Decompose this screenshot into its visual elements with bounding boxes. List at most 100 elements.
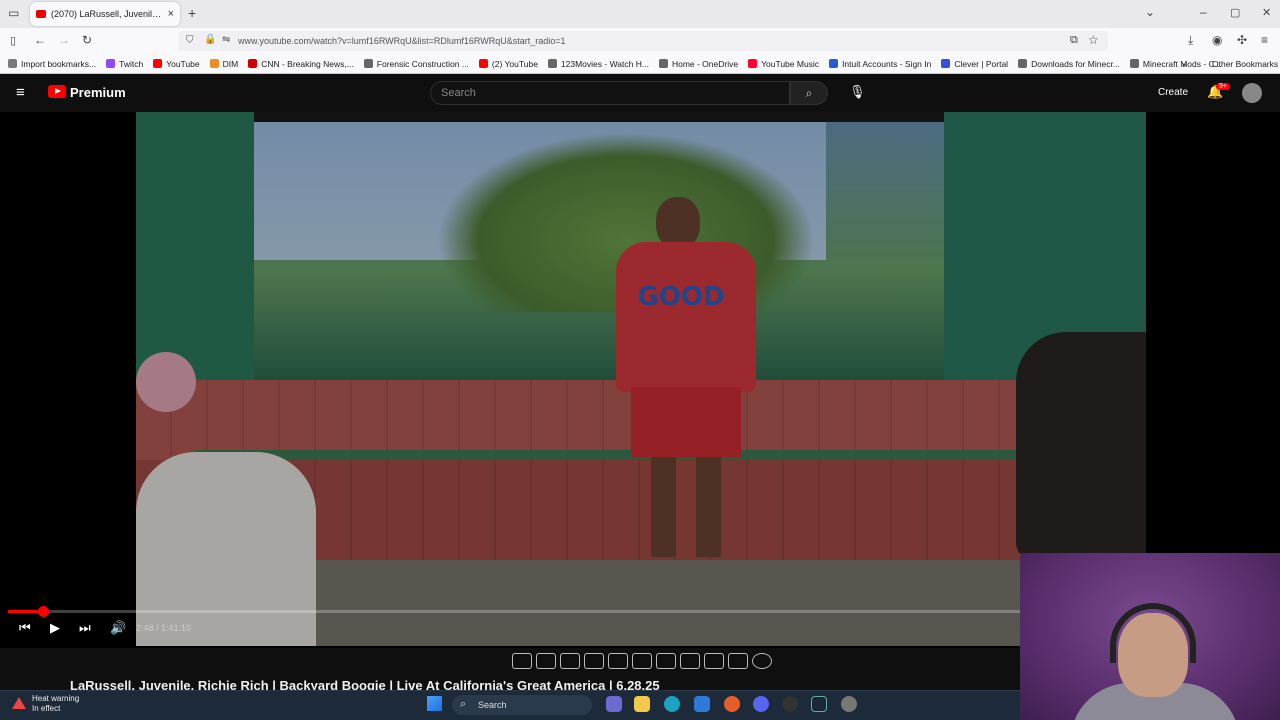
search-input[interactable]: Search <box>430 81 790 105</box>
lock-icon: 🔒 <box>204 34 217 45</box>
film-icon[interactable] <box>584 653 604 669</box>
time-display: 2:48 / 1:41:10 <box>136 623 192 633</box>
bookmark-item[interactable]: (2) YouTube <box>478 58 538 69</box>
bookmark-label: DIM <box>222 58 239 69</box>
youtube-premium-logo[interactable]: Premium <box>70 85 126 100</box>
mini-player-icon[interactable] <box>608 653 628 669</box>
bookmark-favicon-icon <box>658 59 668 68</box>
progress-scrubber[interactable] <box>38 606 49 617</box>
downloads-icon[interactable]: ⤓ <box>1188 33 1193 48</box>
bookmark-favicon-icon <box>941 59 951 68</box>
eye-icon[interactable] <box>560 653 580 669</box>
speed-icon[interactable] <box>656 653 676 669</box>
bookmark-label: Intuit Accounts - Sign In <box>842 58 932 69</box>
bookmark-item[interactable]: Home - OneDrive <box>658 59 738 69</box>
audio-icon[interactable] <box>536 653 556 669</box>
bookmark-item[interactable]: YouTube <box>153 58 200 69</box>
translate-icon[interactable]: ⧉ <box>1070 34 1078 47</box>
keyboard-icon[interactable] <box>728 653 748 669</box>
steam-icon[interactable] <box>811 696 827 712</box>
bookmark-favicon-icon <box>106 59 116 68</box>
bookmark-item[interactable]: Minecraft Mods - C... <box>1129 59 1222 69</box>
browser-tab[interactable]: (2070) LaRussell, Juvenile, Richie Rich … <box>30 2 180 26</box>
volume-icon[interactable]: 🔊 <box>110 620 126 636</box>
windows-start-icon[interactable] <box>427 696 442 711</box>
create-button[interactable]: Create <box>1158 87 1188 98</box>
bookmark-item[interactable]: Import bookmarks... <box>8 59 96 69</box>
back-icon[interactable]: ← <box>34 33 46 47</box>
search-icon[interactable]: ⌕ <box>790 81 828 105</box>
bookmark-label: Import bookmarks... <box>21 58 97 69</box>
store-icon[interactable] <box>694 696 710 712</box>
notification-badge: 9+ <box>1216 83 1230 90</box>
firefox-icon[interactable] <box>724 696 740 712</box>
avatar[interactable] <box>1242 83 1262 103</box>
reload-icon[interactable]: ↻ <box>82 33 92 47</box>
bookmark-label: CNN - Breaking News,... <box>261 58 354 69</box>
loop-icon[interactable] <box>512 653 532 669</box>
bookmark-item[interactable]: Clever | Portal <box>941 59 1008 69</box>
bookmark-label: Twitch <box>119 58 144 69</box>
menu-icon[interactable]: ≡ <box>1261 33 1268 47</box>
permissions-icon[interactable]: ⇋ <box>222 34 230 45</box>
settings-gear-icon[interactable] <box>752 653 772 669</box>
window-close-button[interactable]: ✕ <box>1262 6 1271 19</box>
bookmark-item[interactable]: Intuit Accounts - Sign In <box>829 59 931 69</box>
bookmark-item[interactable]: 123Movies - Watch H... <box>547 58 649 69</box>
browser-tab-bar: ▭ (2070) LaRussell, Juvenile, Richie Ric… <box>0 0 1280 28</box>
next-icon[interactable]: ⏭ <box>79 620 91 636</box>
edge-icon[interactable] <box>664 696 680 712</box>
bookmark-item[interactable]: DIM <box>209 58 239 69</box>
voice-search-icon[interactable]: 🎙 <box>849 84 866 100</box>
hamburger-menu-icon[interactable]: ≡ <box>16 84 25 101</box>
taskbar-search[interactable]: ⌕ Search <box>452 695 592 715</box>
obs-icon[interactable] <box>782 696 798 712</box>
bookmark-favicon-icon <box>209 59 219 68</box>
tab-overview-icon[interactable]: ▭ <box>8 6 19 20</box>
tab-close-icon[interactable]: × <box>168 8 174 20</box>
play-icon[interactable]: ▶ <box>50 620 60 636</box>
discord-icon[interactable] <box>753 696 769 712</box>
bookmark-item[interactable]: Twitch <box>106 59 143 69</box>
bookmark-label: (2) YouTube <box>491 58 538 69</box>
bookmark-item[interactable]: Forensic Construction ... <box>363 59 469 69</box>
bookmark-favicon-icon <box>8 59 17 68</box>
bookmark-label: YouTube <box>166 58 200 69</box>
tab-list-icon[interactable]: ⌄ <box>1145 5 1155 19</box>
browser-nav-bar: ▯ ← → ↻ ⛉ 🔒 ⇋ www.youtube.com/watch?v=lu… <box>0 28 1280 54</box>
youtube-logo-icon[interactable] <box>48 85 66 98</box>
shield-icon: ⛉ <box>186 35 194 46</box>
bookmark-favicon-icon <box>153 59 163 68</box>
bookmark-favicon-icon <box>547 59 557 68</box>
sidebar-toggle-icon[interactable]: ▯ <box>10 34 16 47</box>
forward-icon[interactable]: → <box>58 33 70 47</box>
screenshot-icon[interactable] <box>704 653 724 669</box>
copilot-icon[interactable] <box>606 696 622 712</box>
other-bookmarks-folder[interactable]: Other Bookmarks <box>1212 59 1278 69</box>
webcam-headset <box>1110 603 1196 663</box>
tab-title: (2070) LaRussell, Juvenile, Richie Rich <box>51 9 164 19</box>
file-explorer-icon[interactable] <box>634 696 650 712</box>
window-minimize-button[interactable]: – <box>1200 5 1207 19</box>
bookmark-item[interactable]: YouTube Music <box>748 59 819 69</box>
heat-warning-widget[interactable]: Heat warning In effect <box>12 694 79 714</box>
extension-toolbar <box>512 653 772 669</box>
previous-icon[interactable]: ⏮ <box>19 620 31 636</box>
url-bar[interactable]: ⛉ 🔒 ⇋ www.youtube.com/watch?v=lumf16RWRq… <box>178 31 1108 51</box>
bookmark-item[interactable]: CNN - Breaking News,... <box>248 59 354 69</box>
theater-icon[interactable] <box>632 653 652 669</box>
account-icon[interactable]: ◉ <box>1212 33 1222 47</box>
extensions-icon[interactable]: ✣ <box>1237 33 1247 47</box>
bookmarks-more-icon[interactable]: » <box>1182 59 1187 69</box>
new-tab-button[interactable]: + <box>188 5 196 21</box>
bookmark-favicon-icon <box>748 59 758 68</box>
image-icon[interactable] <box>680 653 700 669</box>
settings-icon[interactable] <box>841 696 857 712</box>
bookmark-favicon-icon <box>1129 59 1139 68</box>
bookmark-star-icon[interactable]: ☆ <box>1088 33 1099 47</box>
bookmark-label: 123Movies - Watch H... <box>560 58 649 69</box>
bookmark-item[interactable]: Downloads for Minecr... <box>1018 59 1120 69</box>
window-maximize-button[interactable]: ▢ <box>1230 6 1240 19</box>
bookmark-favicon-icon <box>478 59 488 68</box>
bookmark-favicon-icon <box>248 59 258 68</box>
